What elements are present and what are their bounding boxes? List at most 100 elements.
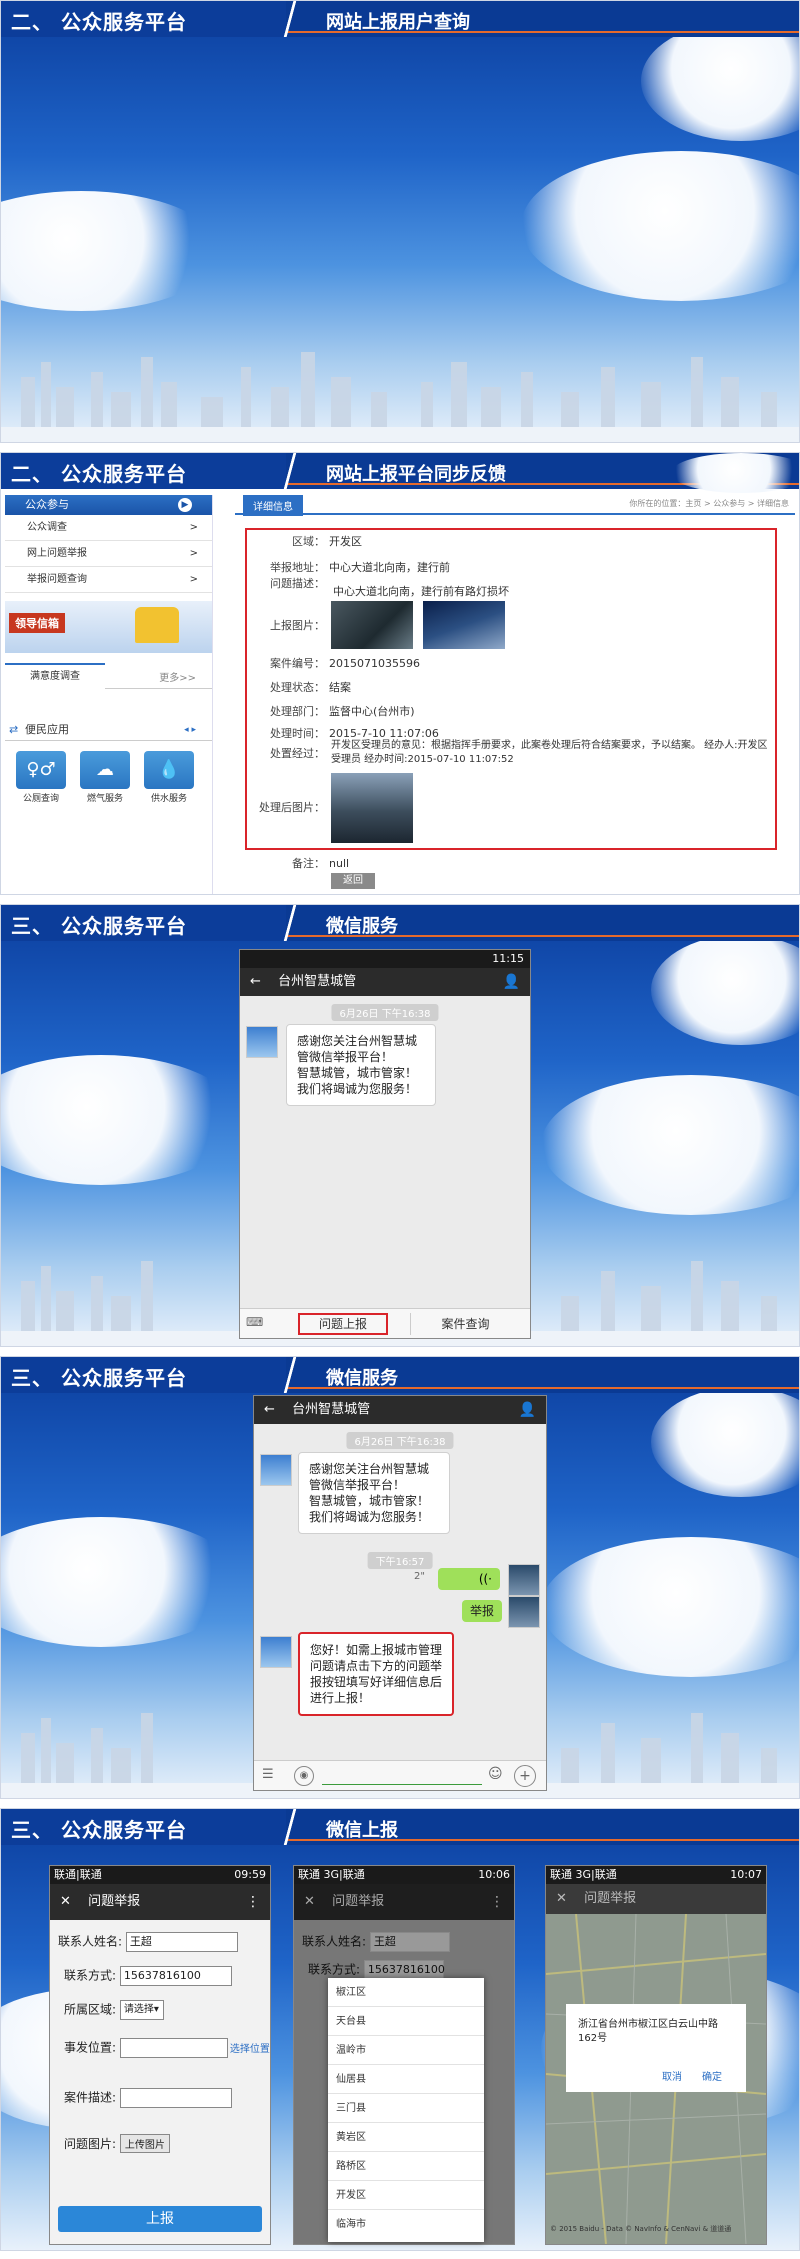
back-arrow-icon[interactable]: ← (250, 968, 274, 996)
app-label: 燃气服务 (86, 794, 123, 804)
choose-location-link[interactable]: 选择位置 (230, 2044, 270, 2055)
area-option[interactable]: 三门县 (328, 2094, 484, 2123)
case-query-button[interactable]: 案件查询 (410, 1313, 520, 1335)
sidebar-item[interactable]: 举报问题查询 > (5, 567, 212, 593)
back-arrow-icon[interactable]: ← (264, 1396, 288, 1424)
field-label: 联系方式: (308, 1962, 361, 1977)
image-row: 问题图片: 上传图片 (64, 2134, 170, 2153)
chat-input-bar: ☰ ◉ ☺ + (254, 1760, 546, 1790)
play-icon[interactable]: ▶ (178, 498, 192, 512)
section-title: 三、 公众服务平台 (11, 914, 187, 938)
field-label: 联系人姓名: (58, 1934, 123, 1949)
confirm-button[interactable]: 确定 (702, 2068, 722, 2083)
area-option[interactable]: 椒江区 (328, 1978, 484, 2007)
cloud (651, 1387, 799, 1497)
voice-icon[interactable]: ◉ (294, 1766, 314, 1786)
account-avatar[interactable] (260, 1636, 292, 1668)
description-input[interactable] (119, 2088, 232, 2108)
tab-detail[interactable]: 详细信息 (243, 495, 303, 516)
person-icon[interactable]: 👤 (503, 968, 520, 996)
account-avatar[interactable] (260, 1454, 292, 1486)
tab-survey[interactable]: 满意度调查 (5, 663, 105, 689)
close-icon[interactable]: ✕ (556, 1884, 580, 1914)
back-button[interactable]: 返回 (331, 873, 375, 889)
contact-name-row: 联系人姓名: 王超 (302, 1932, 450, 1952)
app-toilet[interactable]: ♀♂ 公厕查询 (13, 751, 69, 804)
user-avatar[interactable] (508, 1596, 540, 1628)
more-link[interactable]: 更多>> (159, 669, 196, 684)
pager-arrows-icon[interactable]: ◂ ▸ (184, 719, 196, 741)
submit-button[interactable]: 上报 (58, 2206, 262, 2232)
close-icon[interactable]: ✕ (60, 1884, 84, 1920)
area-option[interactable]: 开发区 (328, 2181, 484, 2210)
field-note: 备注： null (251, 855, 349, 871)
slide-title: 网站上报平台同步反馈 (326, 464, 506, 485)
after-photo[interactable] (331, 773, 413, 843)
report-photo[interactable] (423, 601, 505, 649)
area-option[interactable]: 天台县 (328, 2007, 484, 2036)
date-pill: 6月26日 下午16:38 (346, 1432, 454, 1449)
more-icon[interactable]: ⋮ (490, 1884, 504, 1920)
area-option[interactable]: 仙居县 (328, 2065, 484, 2094)
report-photo[interactable] (331, 601, 413, 649)
cloud (1, 1517, 241, 1647)
contact-phone-input[interactable]: 15637816100 (119, 1966, 232, 1986)
area-option[interactable]: 路桥区 (328, 2152, 484, 2181)
field-label: 举报地址： (270, 561, 325, 574)
cloud (541, 1537, 799, 1677)
account-avatar[interactable] (246, 1026, 278, 1058)
sidebar-item[interactable]: 网上问题举报 > (5, 541, 212, 567)
area-option[interactable]: 临海市 (328, 2210, 484, 2239)
cloud (521, 151, 799, 301)
user-avatar[interactable] (508, 1564, 540, 1596)
area-row: 所属区域: 请选择▾ (64, 2000, 164, 2020)
upload-image-button[interactable]: 上传图片 (119, 2134, 170, 2153)
status-carrier: 联通|联通 (54, 1868, 102, 1881)
header-divider (279, 1357, 301, 1393)
contact-name-input[interactable]: 王超 (125, 1932, 238, 1952)
plus-icon[interactable]: + (514, 1765, 536, 1787)
mailbox-icon (135, 607, 179, 643)
area-option[interactable]: 黄岩区 (328, 2123, 484, 2152)
sidebar-item[interactable]: 公众调查 > (5, 515, 212, 541)
section-title: 三、 公众服务平台 (11, 1818, 187, 1842)
field-label: 案件编号： (270, 657, 325, 670)
location-input[interactable] (119, 2038, 228, 2058)
sidebar-item-label: 公众调查 (27, 522, 67, 533)
header-divider (279, 453, 301, 489)
problem-report-button[interactable]: 问题上报 (298, 1313, 388, 1335)
sidebar-header: 公众参与 ▶ (5, 495, 212, 515)
more-icon[interactable]: ⋮ (246, 1884, 260, 1920)
app-label: 公厕查询 (22, 794, 59, 804)
emoji-icon[interactable]: ☺ (488, 1766, 503, 1782)
app-water[interactable]: 💧 供水服务 (141, 751, 197, 804)
app-gas[interactable]: ☁ 燃气服务 (77, 751, 133, 804)
status-time: 09:59 (234, 1868, 266, 1881)
status-bar: 11:15 (240, 950, 530, 968)
field-label: 备注： (292, 857, 325, 870)
leader-mailbox-banner[interactable]: 领导信箱 (5, 601, 212, 653)
area-option[interactable]: 温岭市 (328, 2036, 484, 2065)
reply-message: 您好！如需上报城市管理问题请点击下方的问题举报按钮填写好详细信息后进行上报！ (298, 1632, 454, 1716)
close-icon[interactable]: ✕ (304, 1884, 328, 1920)
status-carrier: 联通 3G|联通 (298, 1868, 365, 1881)
chat-titlebar: ← 台州智慧城管 👤 (254, 1396, 546, 1424)
keyboard-icon[interactable]: ⌨ (246, 1315, 263, 1329)
chat-titlebar: ← 台州智慧城管 👤 (240, 968, 530, 996)
menu-list-icon[interactable]: ☰ (262, 1767, 274, 1782)
field-area: 区域： 开发区 (251, 533, 362, 549)
portal-sidebar: 公众参与 ▶ 公众调查 > 网上问题举报 > 举报问题查询 > 领导信箱 满意度调查 … (5, 495, 213, 894)
date-pill: 6月26日 下午16:38 (331, 1004, 439, 1021)
status-bar: 联通 3G|联通 10:06 (294, 1866, 514, 1884)
person-icon[interactable]: 👤 (519, 1396, 536, 1424)
contact-phone-input[interactable]: 15637816100 (363, 1960, 445, 1980)
field-case-number: 案件编号： 2015071035596 (251, 655, 420, 671)
voice-message[interactable]: ((· (438, 1568, 500, 1590)
cancel-button[interactable]: 取消 (662, 2068, 682, 2083)
cloud (641, 21, 799, 141)
contact-name-input[interactable]: 王超 (369, 1932, 450, 1952)
gas-icon: ☁ (80, 751, 130, 789)
area-select[interactable]: 请选择▾ (119, 2000, 164, 2020)
welcome-message: 感谢您关注台州智慧城管微信举报平台！ 智慧城管，城市管家！我们将竭诚为您服务！ (286, 1024, 436, 1106)
message-input[interactable] (322, 1767, 482, 1785)
